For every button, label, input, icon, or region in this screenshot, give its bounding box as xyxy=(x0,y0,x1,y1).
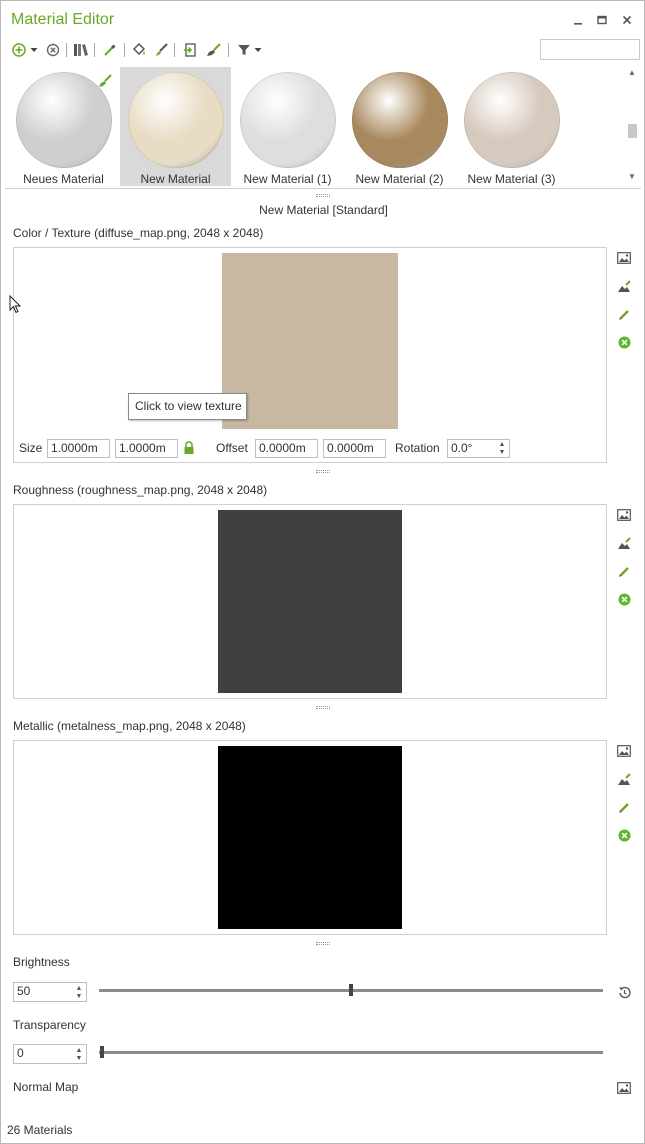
material-thumbnail-label: New Material (3) xyxy=(467,172,556,186)
paint-bucket-icon[interactable] xyxy=(130,41,148,59)
material-sphere-preview xyxy=(352,72,448,168)
rotation-value: 0.0° xyxy=(451,441,473,455)
size-height-field[interactable]: 1.0000m xyxy=(115,439,178,458)
maximize-icon[interactable] xyxy=(592,10,612,30)
toolbar-separator xyxy=(124,43,125,57)
splitter-grip[interactable] xyxy=(316,194,330,197)
remove-texture-icon[interactable] xyxy=(616,591,632,607)
mouse-pointer-icon xyxy=(9,294,22,317)
metallic-preview[interactable] xyxy=(218,746,402,929)
thumbnail-scrollbar-thumb[interactable] xyxy=(628,124,637,138)
load-image-icon[interactable] xyxy=(616,743,632,759)
search-input[interactable] xyxy=(540,39,640,60)
material-thumbnail[interactable]: New Material (1) xyxy=(232,67,343,186)
brush-icon[interactable] xyxy=(152,41,170,59)
color-texture-label: Color / Texture (diffuse_map.png, 2048 x… xyxy=(13,226,264,240)
material-thumbnail-label: New Material xyxy=(140,172,211,186)
toolbar-separator xyxy=(174,43,175,57)
brightness-label: Brightness xyxy=(13,955,70,969)
spin-up-icon[interactable]: ▲ xyxy=(73,1047,85,1054)
offset-y-field[interactable]: 0.0000m xyxy=(323,439,386,458)
scroll-down-icon[interactable]: ▼ xyxy=(626,172,638,182)
roughness-preview[interactable] xyxy=(218,510,402,693)
material-thumbnail[interactable]: New Material (3) xyxy=(456,67,567,186)
roughness-label: Roughness (roughness_map.png, 2048 x 204… xyxy=(13,483,268,497)
material-sphere-preview xyxy=(240,72,336,168)
minimize-icon[interactable] xyxy=(568,10,588,30)
size-label: Size xyxy=(19,441,43,455)
transparency-slider-track[interactable] xyxy=(99,1051,603,1054)
close-icon[interactable] xyxy=(617,10,637,30)
transparency-value: 0 xyxy=(17,1046,24,1060)
color-texture-preview[interactable] xyxy=(222,253,398,429)
normal-map-label: Normal Map xyxy=(13,1080,79,1094)
toolbar-separator xyxy=(228,43,229,57)
spin-up-icon[interactable]: ▲ xyxy=(496,441,508,448)
spin-up-icon[interactable]: ▲ xyxy=(73,985,85,992)
material-thumbnail-label: New Material (1) xyxy=(243,172,332,186)
material-thumbnail[interactable]: New Material (2) xyxy=(344,67,455,186)
eyedropper-icon[interactable] xyxy=(101,41,119,59)
material-sphere-preview xyxy=(128,72,224,168)
material-editor-window: Material Editor Neues Material New Mater… xyxy=(0,0,645,1144)
library-icon[interactable] xyxy=(72,41,90,59)
window-title: Material Editor xyxy=(11,11,115,28)
material-thumbnail-label: Neues Material xyxy=(23,172,104,186)
size-width-field[interactable]: 1.0000m xyxy=(47,439,110,458)
transparency-slider-handle[interactable] xyxy=(100,1046,104,1058)
brightness-slider-handle[interactable] xyxy=(349,984,353,996)
add-material-icon[interactable] xyxy=(10,41,28,59)
remove-texture-icon[interactable] xyxy=(616,334,632,350)
delete-material-icon[interactable] xyxy=(44,41,62,59)
texture-tooltip: Click to view texture xyxy=(128,393,247,420)
rotation-field[interactable]: 0.0° ▲ ▼ xyxy=(447,439,510,458)
import-icon[interactable] xyxy=(181,41,199,59)
toolbar-separator xyxy=(66,43,67,57)
material-count-status: 26 Materials xyxy=(7,1123,73,1137)
brightness-field[interactable]: 50 ▲ ▼ xyxy=(13,982,87,1002)
clean-brush-icon[interactable] xyxy=(205,41,223,59)
transparency-field[interactable]: 0 ▲ ▼ xyxy=(13,1044,87,1064)
reset-icon[interactable] xyxy=(616,984,632,1000)
add-dropdown-chevron-down-icon[interactable] xyxy=(28,41,40,59)
material-thumbnail[interactable]: New Material xyxy=(120,67,231,186)
pencil-icon[interactable] xyxy=(616,563,632,579)
filter-dropdown-chevron-down-icon[interactable] xyxy=(252,41,264,59)
offset-label: Offset xyxy=(216,441,248,455)
edit-image-icon[interactable] xyxy=(616,771,632,787)
splitter-grip[interactable] xyxy=(316,942,330,945)
lock-icon[interactable] xyxy=(183,441,195,458)
toolbar-separator xyxy=(94,43,95,57)
offset-x-field[interactable]: 0.0000m xyxy=(255,439,318,458)
divider xyxy=(5,188,641,189)
transparency-label: Transparency xyxy=(13,1018,86,1032)
edit-image-icon[interactable] xyxy=(616,278,632,294)
spin-down-icon[interactable]: ▼ xyxy=(73,1055,85,1062)
filter-icon[interactable] xyxy=(235,41,253,59)
brightness-value: 50 xyxy=(17,984,31,998)
remove-texture-icon[interactable] xyxy=(616,827,632,843)
material-sphere-preview xyxy=(464,72,560,168)
pencil-icon[interactable] xyxy=(616,799,632,815)
scroll-up-icon[interactable]: ▲ xyxy=(626,68,638,78)
spin-down-icon[interactable]: ▼ xyxy=(496,449,508,456)
pencil-icon[interactable] xyxy=(616,306,632,322)
load-image-icon[interactable] xyxy=(616,250,632,266)
brush-applied-icon xyxy=(98,74,112,91)
edit-image-icon[interactable] xyxy=(616,535,632,551)
material-thumbnail-label: New Material (2) xyxy=(355,172,444,186)
spin-down-icon[interactable]: ▼ xyxy=(73,993,85,1000)
rotation-label: Rotation xyxy=(395,441,440,455)
load-image-icon[interactable] xyxy=(616,1080,632,1096)
material-editor-header: New Material [Standard] xyxy=(259,203,388,217)
load-image-icon[interactable] xyxy=(616,507,632,523)
splitter-grip[interactable] xyxy=(316,706,330,709)
metallic-label: Metallic (metalness_map.png, 2048 x 2048… xyxy=(13,719,246,733)
splitter-grip[interactable] xyxy=(316,470,330,473)
